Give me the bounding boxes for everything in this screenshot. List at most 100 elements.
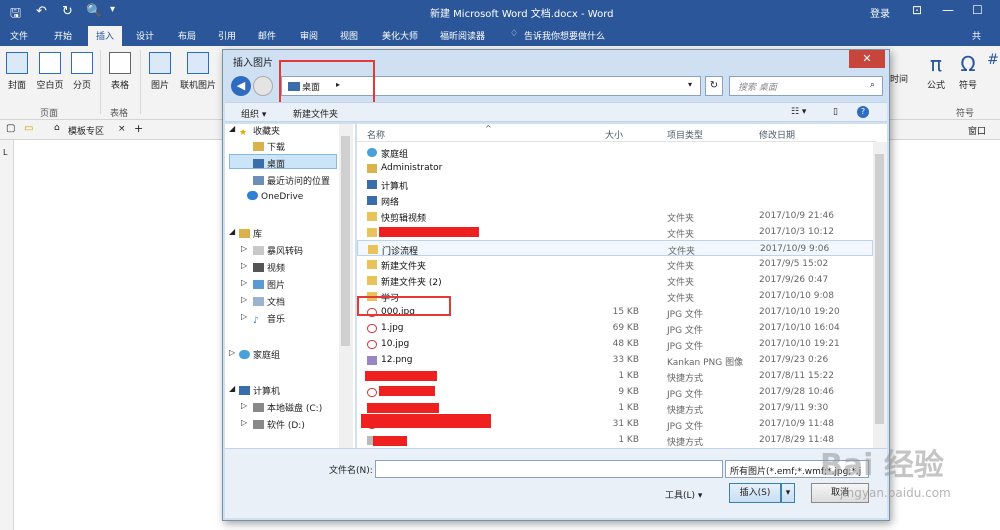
new-doc-icon[interactable]: ▢ bbox=[6, 123, 15, 134]
file-row[interactable]: 12.png 33 KB Kankan PNG 图像 2017/9/23 0:2… bbox=[357, 352, 873, 368]
nav-item-baofeng[interactable]: 暴风转码 bbox=[253, 244, 303, 257]
file-row[interactable]: 网络 bbox=[357, 192, 873, 208]
new-folder-button[interactable]: 新建文件夹 bbox=[293, 107, 338, 120]
share-button[interactable]: 共 bbox=[972, 29, 981, 42]
column-type[interactable]: 项目类型 bbox=[667, 128, 703, 141]
print-preview-icon[interactable]: 🔍 bbox=[86, 4, 102, 19]
tab-beautify[interactable]: 美化大师 bbox=[382, 29, 418, 42]
forward-button[interactable] bbox=[253, 76, 273, 96]
table-button[interactable]: 表格 bbox=[106, 52, 134, 91]
redo-icon[interactable]: ↻ bbox=[62, 4, 73, 19]
nav-scroll-thumb[interactable] bbox=[341, 136, 350, 346]
datetime-label[interactable]: 时间 bbox=[890, 72, 908, 85]
png-file-icon bbox=[367, 356, 377, 365]
file-row[interactable]: 9 KB JPG 文件 2017/9/28 10:46 bbox=[357, 384, 873, 400]
help-icon[interactable]: ? bbox=[857, 106, 869, 118]
tab-references[interactable]: 引用 bbox=[218, 29, 236, 42]
column-header: 名称 ^ 大小 项目类型 修改日期 bbox=[357, 124, 877, 142]
tab-foxit[interactable]: 福昕阅读器 bbox=[440, 29, 485, 42]
folder-icon[interactable]: ▭ bbox=[24, 123, 33, 134]
nav-item-drive-c[interactable]: 本地磁盘 (C:) bbox=[253, 401, 322, 414]
collapse-library-icon[interactable]: ◢ bbox=[229, 227, 235, 236]
file-row[interactable]: 新建文件夹 (2) 文件夹 2017/9/26 0:47 bbox=[357, 272, 873, 288]
nav-item-videos[interactable]: 视频 bbox=[253, 261, 285, 274]
back-button[interactable]: ◀ bbox=[231, 76, 251, 96]
file-row[interactable]: 快剪辑视频 文件夹 2017/10/9 21:46 bbox=[357, 208, 873, 224]
nav-library[interactable]: 库 bbox=[239, 227, 262, 240]
nav-item-desktop[interactable]: 桌面 bbox=[253, 157, 285, 170]
login-link[interactable]: 登录 bbox=[870, 5, 890, 20]
file-row[interactable]: Administrator bbox=[357, 160, 873, 176]
template-zone-tab[interactable]: 模板专区 bbox=[68, 124, 104, 137]
column-date[interactable]: 修改日期 bbox=[759, 128, 795, 141]
blank-page-button[interactable]: 空白页 bbox=[34, 52, 66, 91]
column-size[interactable]: 大小 bbox=[605, 128, 623, 141]
search-input[interactable]: 搜索 桌面 ⌕ bbox=[729, 76, 883, 96]
file-row[interactable]: 1 KB 快捷方式 2017/8/11 15:22 bbox=[357, 368, 873, 384]
insert-dropdown-button[interactable]: ▾ bbox=[781, 483, 795, 503]
number-button[interactable]: # bbox=[986, 52, 1000, 78]
nav-computer[interactable]: 计算机 bbox=[239, 384, 280, 397]
file-row[interactable]: 1.jpg 69 KB JPG 文件 2017/10/10 16:04 bbox=[357, 320, 873, 336]
picture-icon bbox=[149, 52, 171, 74]
ribbon-display-icon[interactable]: ⊡ bbox=[912, 3, 922, 17]
nav-item-drive-d[interactable]: 软件 (D:) bbox=[253, 418, 305, 431]
tab-file[interactable]: 文件 bbox=[10, 29, 28, 42]
tab-view[interactable]: 视图 bbox=[340, 29, 358, 42]
file-row[interactable]: 计算机 bbox=[357, 176, 873, 192]
collapse-favorites-icon[interactable]: ◢ bbox=[229, 124, 235, 133]
tab-design[interactable]: 设计 bbox=[136, 29, 154, 42]
nav-item-documents[interactable]: 文档 bbox=[253, 295, 285, 308]
nav-item-music[interactable]: ♪ 音乐 bbox=[253, 312, 285, 326]
tab-review[interactable]: 审阅 bbox=[300, 29, 318, 42]
organize-button[interactable]: 组织 ▾ bbox=[241, 107, 266, 120]
file-row[interactable]: 文件夹 2017/10/3 10:12 bbox=[357, 224, 873, 240]
group-pages-label: 页面 bbox=[40, 109, 59, 119]
picture-button[interactable]: 图片 bbox=[146, 52, 174, 91]
window-menu[interactable]: 窗口 bbox=[968, 124, 986, 137]
tab-layout[interactable]: 布局 bbox=[178, 29, 196, 42]
nav-item-recent[interactable]: 最近访问的位置 bbox=[253, 174, 330, 187]
omega-icon: Ω bbox=[960, 52, 976, 76]
file-row[interactable]: 1 KB 快捷方式 2017/8/29 11:48 bbox=[357, 432, 873, 448]
nav-item-pictures[interactable]: 图片 bbox=[253, 278, 285, 291]
address-dropdown-icon[interactable]: ▾ bbox=[688, 80, 692, 89]
file-row-hover[interactable]: 门诊流程 文件夹 2017/10/9 9:06 bbox=[357, 240, 873, 257]
nav-favorites[interactable]: ★ 收藏夹 bbox=[239, 124, 280, 138]
tab-mailings[interactable]: 邮件 bbox=[258, 29, 276, 42]
preview-pane-icon[interactable]: ▯ bbox=[833, 107, 838, 117]
refresh-button[interactable]: ↻ bbox=[705, 76, 723, 96]
minimize-icon[interactable]: — bbox=[942, 3, 954, 17]
window-title: 新建 Microsoft Word 文档.docx - Word bbox=[430, 9, 614, 20]
undo-icon[interactable]: ↶ bbox=[36, 4, 47, 19]
home-icon[interactable]: ⌂ bbox=[54, 123, 60, 133]
nav-item-onedrive[interactable]: OneDrive bbox=[247, 191, 303, 202]
file-row[interactable]: 新建文件夹 文件夹 2017/9/5 15:02 bbox=[357, 256, 873, 272]
tab-home[interactable]: 开始 bbox=[54, 29, 72, 42]
save-icon[interactable]: 🖫 bbox=[10, 4, 21, 26]
maximize-icon[interactable]: ☐ bbox=[972, 3, 983, 17]
file-row[interactable]: 家庭组 bbox=[357, 144, 873, 160]
insert-button[interactable]: 插入(S) bbox=[729, 483, 781, 503]
tools-menu[interactable]: 工具(L) ▾ bbox=[665, 488, 702, 501]
dialog-close-button[interactable]: ✕ bbox=[849, 50, 885, 68]
filename-input[interactable] bbox=[375, 460, 723, 478]
file-scroll-thumb[interactable] bbox=[875, 154, 884, 424]
file-row[interactable]: 10.jpg 48 KB JPG 文件 2017/10/10 19:21 bbox=[357, 336, 873, 352]
close-tab-icon[interactable]: × bbox=[118, 124, 126, 134]
customize-icon[interactable]: ▾ bbox=[110, 4, 115, 15]
redaction-mark bbox=[367, 403, 439, 413]
equation-button[interactable]: π 公式 bbox=[922, 52, 950, 91]
tell-me-search[interactable]: 告诉我你想要做什么 bbox=[524, 29, 605, 42]
nav-homegroup[interactable]: 家庭组 bbox=[239, 348, 280, 361]
view-options-icon[interactable]: ☷ ▾ bbox=[791, 107, 806, 117]
symbol-button[interactable]: Ω 符号 bbox=[954, 52, 982, 91]
column-name[interactable]: 名称 bbox=[367, 128, 385, 141]
online-picture-button[interactable]: 联机图片 bbox=[176, 52, 220, 91]
page-break-button[interactable]: 分页 bbox=[70, 52, 94, 91]
file-row[interactable]: 31 KB JPG 文件 2017/10/9 11:48 bbox=[357, 414, 873, 432]
add-tab-icon[interactable]: + bbox=[134, 122, 143, 135]
cover-button[interactable]: 封面 bbox=[4, 52, 30, 91]
tab-insert[interactable]: 插入 bbox=[88, 26, 123, 46]
nav-item-downloads[interactable]: 下载 bbox=[253, 140, 285, 153]
